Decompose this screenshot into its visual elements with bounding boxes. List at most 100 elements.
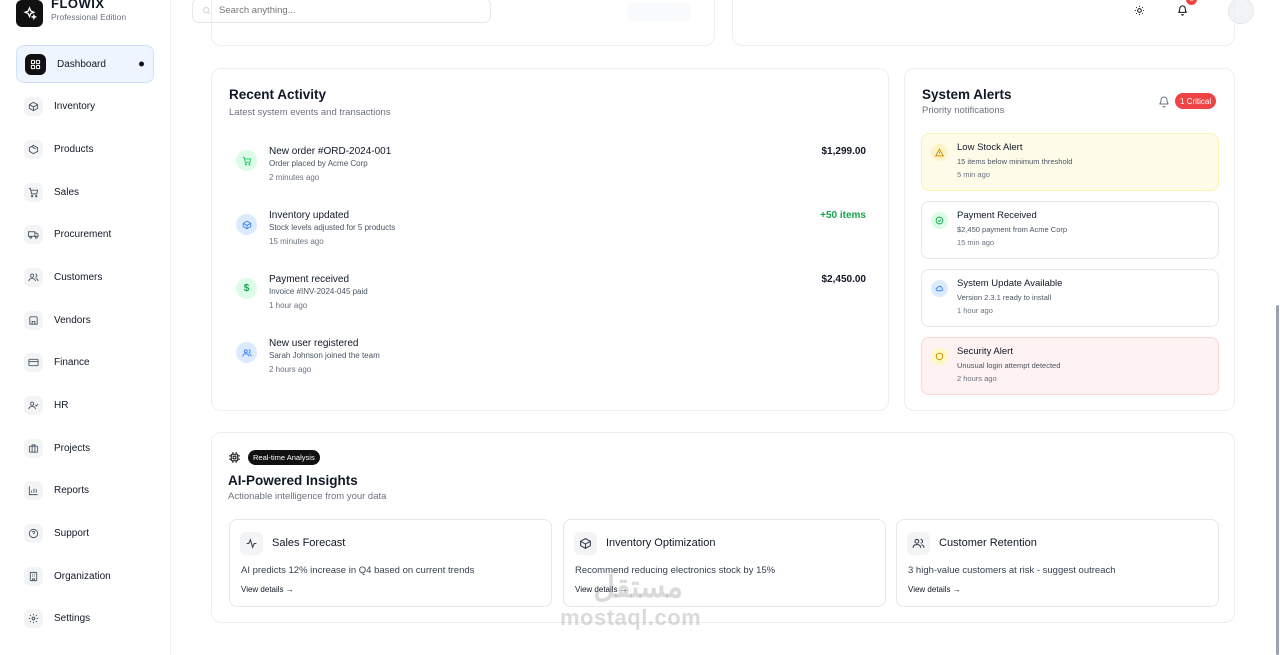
alert-desc: $2,450 payment from Acme Corp	[957, 225, 1068, 234]
check-circle-icon	[931, 212, 948, 229]
insight-title: Customer Retention	[939, 537, 1037, 549]
activity-desc: Invoice #INV-2024-045 paid	[269, 287, 368, 296]
store-icon	[24, 310, 43, 330]
alert-time: 2 hours ago	[957, 374, 997, 383]
activity-time: 1 hour ago	[269, 301, 308, 310]
sidebar-item-label: HR	[54, 400, 69, 411]
activity-item[interactable]: New order #ORD-2024-001 Order placed by …	[236, 144, 866, 194]
box-icon	[574, 532, 597, 555]
view-details-link[interactable]: View details →	[908, 585, 961, 594]
alert-time: 15 min ago	[957, 238, 995, 247]
sidebar-item-label: Procurement	[54, 229, 112, 241]
sidebar-item-projects[interactable]: Projects	[16, 429, 154, 467]
activity-desc: Order placed by Acme Corp	[269, 159, 368, 168]
brand[interactable]: FLOWIX Professional Edition	[16, 0, 126, 27]
search-icon	[202, 6, 211, 17]
sidebar-item-hr[interactable]: HR	[16, 387, 154, 425]
sidebar-item-vendors[interactable]: Vendors	[16, 301, 154, 339]
recent-activity-card: Recent Activity Latest system events and…	[211, 68, 889, 411]
activity-title: Inventory updated	[269, 210, 350, 221]
sidebar-item-customers[interactable]: Customers	[16, 258, 154, 296]
system-alerts-card: System Alerts Priority notifications 1 C…	[904, 68, 1235, 411]
sidebar-item-label: Projects	[54, 442, 91, 454]
sidebar-item-label: Vendors	[54, 314, 91, 326]
sidebar-item-label: Sales	[54, 186, 80, 198]
sidebar-item-finance[interactable]: Finance	[16, 344, 154, 382]
insight-card-customer-retention[interactable]: Customer Retention 3 high-value customer…	[896, 519, 1219, 607]
stat-card-right	[732, 0, 1235, 46]
alert-time: 5 min ago	[957, 170, 990, 179]
ai-insights-card: Real-time Analysis AI-Powered Insights A…	[211, 432, 1235, 623]
truck-icon	[24, 225, 43, 245]
insights-title: AI-Powered Insights	[228, 473, 358, 488]
sidebar-item-label: Dashboard	[57, 58, 106, 70]
system-alerts-title: System Alerts	[922, 87, 1012, 102]
activity-title: New user registered	[269, 338, 359, 349]
brand-edition: Professional Edition	[51, 12, 127, 22]
sidebar-item-label: Support	[54, 528, 90, 540]
alert-item[interactable]: Payment Received $2,450 payment from Acm…	[921, 201, 1219, 259]
cloud-icon	[931, 280, 948, 297]
sidebar-item-settings[interactable]: Settings	[16, 600, 154, 638]
sidebar: FLOWIX Professional Edition Dashboard In…	[0, 0, 171, 655]
view-details-link[interactable]: View details →	[241, 585, 294, 594]
recent-activity-title: Recent Activity	[229, 87, 327, 102]
card-icon	[24, 353, 43, 373]
dollar-icon: $	[236, 278, 257, 299]
brand-name: FLOWIX	[51, 0, 105, 11]
sidebar-item-label: Customers	[54, 271, 103, 283]
activity-amount: +50 items	[820, 210, 866, 221]
chart-icon	[24, 481, 43, 501]
sidebar-item-inventory[interactable]: Inventory	[16, 88, 154, 126]
page-scrollbar[interactable]	[1276, 305, 1279, 655]
bell-icon[interactable]	[1158, 95, 1170, 113]
sidebar-item-reports[interactable]: Reports	[16, 472, 154, 510]
sidebar-item-label: Settings	[54, 613, 91, 625]
recent-activity-subtitle: Latest system events and transactions	[229, 107, 391, 118]
alert-item[interactable]: Security Alert Unusual login attempt det…	[921, 337, 1219, 395]
sidebar-item-label: Inventory	[54, 101, 96, 113]
package-icon	[24, 139, 43, 159]
activity-item[interactable]: Inventory updated Stock levels adjusted …	[236, 208, 866, 258]
sparkle-icon	[16, 0, 43, 27]
activity-time: 2 minutes ago	[269, 173, 320, 182]
box-icon	[24, 97, 43, 117]
sidebar-item-organization[interactable]: Organization	[16, 557, 154, 595]
alert-title: Payment Received	[957, 210, 1037, 221]
insight-title: Sales Forecast	[272, 537, 346, 549]
sidebar-item-sales[interactable]: Sales	[16, 173, 154, 211]
help-icon	[24, 524, 43, 544]
building-icon	[24, 566, 43, 586]
user-check-icon	[24, 396, 43, 415]
insights-subtitle: Actionable intelligence from your data	[228, 491, 387, 502]
activity-amount: $2,450.00	[821, 274, 867, 285]
cpu-icon	[228, 451, 242, 465]
shield-icon	[931, 348, 948, 365]
insight-desc: 3 high-value customers at risk - suggest…	[908, 565, 1116, 576]
activity-amount: $1,299.00	[821, 146, 867, 157]
grid-icon	[25, 53, 46, 75]
activity-desc: Sarah Johnson joined the team	[269, 351, 380, 360]
gear-icon	[24, 609, 43, 629]
insight-desc: AI predicts 12% increase in Q4 based on …	[241, 565, 475, 576]
sidebar-item-support[interactable]: Support	[16, 515, 154, 553]
activity-item[interactable]: $ Payment received Invoice #INV-2024-045…	[236, 272, 866, 322]
users-icon	[907, 532, 930, 555]
sidebar-item-products[interactable]: Products	[16, 130, 154, 168]
warning-icon	[931, 144, 948, 161]
activity-item[interactable]: New user registered Sarah Johnson joined…	[236, 336, 866, 386]
sidebar-item-procurement[interactable]: Procurement	[16, 216, 154, 254]
briefcase-icon	[24, 438, 43, 458]
alert-time: 1 hour ago	[957, 306, 993, 315]
alert-title: System Update Available	[957, 278, 1063, 289]
watermark: مستقل mostaql.com	[560, 570, 701, 631]
alert-item[interactable]: System Update Available Version 2.3.1 re…	[921, 269, 1219, 327]
sidebar-item-label: Products	[54, 143, 94, 155]
activity-time: 2 hours ago	[269, 365, 312, 374]
alert-item[interactable]: Low Stock Alert 15 items below minimum t…	[921, 133, 1219, 191]
activity-title: New order #ORD-2024-001	[269, 146, 392, 157]
sidebar-item-dashboard[interactable]: Dashboard	[16, 45, 154, 83]
insight-card-sales-forecast[interactable]: Sales Forecast AI predicts 12% increase …	[229, 519, 552, 607]
sidebar-item-label: Reports	[54, 485, 90, 497]
box-icon	[236, 214, 257, 235]
